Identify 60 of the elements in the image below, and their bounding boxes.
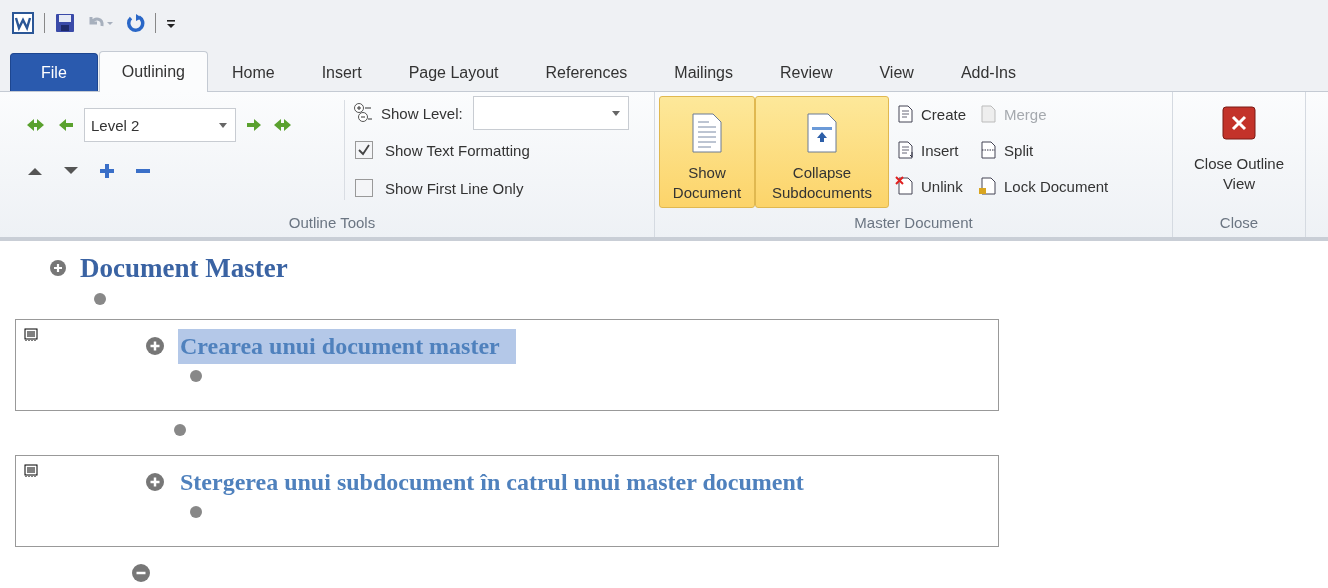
group-label: Close — [1218, 213, 1260, 233]
body-text-bullet-icon[interactable] — [190, 506, 202, 518]
checkbox[interactable] — [355, 179, 373, 197]
ribbon-button[interactable]: Show Document — [659, 96, 755, 208]
document-icon — [895, 176, 915, 196]
body-text-bullet-icon[interactable] — [190, 370, 202, 382]
ribbon-button[interactable]: Lock Document — [976, 168, 1111, 204]
document-icon — [895, 140, 915, 160]
expand-icon[interactable] — [50, 260, 66, 276]
body-text-bullet-icon[interactable] — [174, 424, 186, 436]
subdocument-icon[interactable] — [24, 464, 38, 478]
move-up-icon[interactable] — [28, 166, 42, 176]
ribbon-button[interactable]: Create — [893, 96, 969, 132]
expand-icon[interactable] — [146, 473, 164, 491]
collapse-icon[interactable] — [132, 564, 150, 582]
redo-icon[interactable] — [125, 13, 145, 33]
demote-icon[interactable] — [246, 118, 262, 132]
ribbon-tab[interactable]: Mailings — [651, 53, 756, 91]
ribbon-tab[interactable]: Review — [757, 53, 856, 91]
ribbon-tab[interactable]: References — [522, 53, 651, 91]
level-dropdown[interactable]: Level 2 — [84, 108, 236, 142]
show-level-icon — [353, 102, 375, 124]
checkbox[interactable] — [355, 141, 373, 159]
show-level-label: Show Level: — [381, 104, 463, 122]
close-outline-button[interactable]: Close Outline View — [1176, 106, 1302, 194]
close-icon — [1222, 106, 1256, 140]
document-icon — [978, 140, 999, 160]
ribbon-button[interactable]: Unlink — [893, 168, 969, 204]
group-label: Outline Tools — [287, 213, 377, 233]
word-logo-icon[interactable] — [12, 12, 34, 34]
outline-heading[interactable]: Document Master — [80, 252, 288, 284]
move-down-icon[interactable] — [64, 166, 78, 176]
ribbon-button[interactable]: Split — [976, 132, 1111, 168]
dropdown-arrow-icon — [611, 110, 620, 116]
promote-icon[interactable] — [58, 118, 74, 132]
checkmark-icon — [357, 143, 371, 157]
ribbon-tab[interactable]: View — [856, 53, 937, 91]
checkbox-label[interactable]: Show Text Formatting — [385, 141, 530, 159]
ribbon-tab[interactable]: Outlining — [98, 51, 208, 92]
document-icon — [895, 104, 915, 124]
dropdown-arrow-icon — [219, 122, 227, 128]
ribbon-tab[interactable]: Add-Ins — [937, 53, 1039, 91]
subdocument-icon[interactable] — [24, 328, 38, 342]
outline-heading[interactable]: Stergerea unui subdocument în catrul unui master document — [178, 464, 820, 500]
ribbon-button[interactable]: Collapse Subdocuments — [755, 96, 889, 208]
save-icon[interactable] — [55, 13, 75, 33]
ribbon-tab[interactable]: Page Layout — [385, 53, 522, 91]
document-icon — [691, 113, 723, 153]
ribbon-tab[interactable]: Home — [208, 53, 298, 91]
checkbox-label[interactable]: Show First Line Only — [385, 179, 524, 197]
document-arrow-icon — [806, 113, 838, 153]
ribbon-tab[interactable]: Insert — [298, 53, 385, 91]
expand-icon[interactable] — [100, 164, 114, 178]
ribbon-tab[interactable]: File — [10, 53, 98, 91]
document-icon — [978, 176, 999, 196]
body-text-bullet-icon[interactable] — [94, 293, 106, 305]
group-label: Master Document — [853, 213, 974, 233]
ribbon-button[interactable]: Insert — [893, 132, 969, 168]
document-icon — [978, 104, 999, 124]
expand-icon[interactable] — [146, 337, 164, 355]
